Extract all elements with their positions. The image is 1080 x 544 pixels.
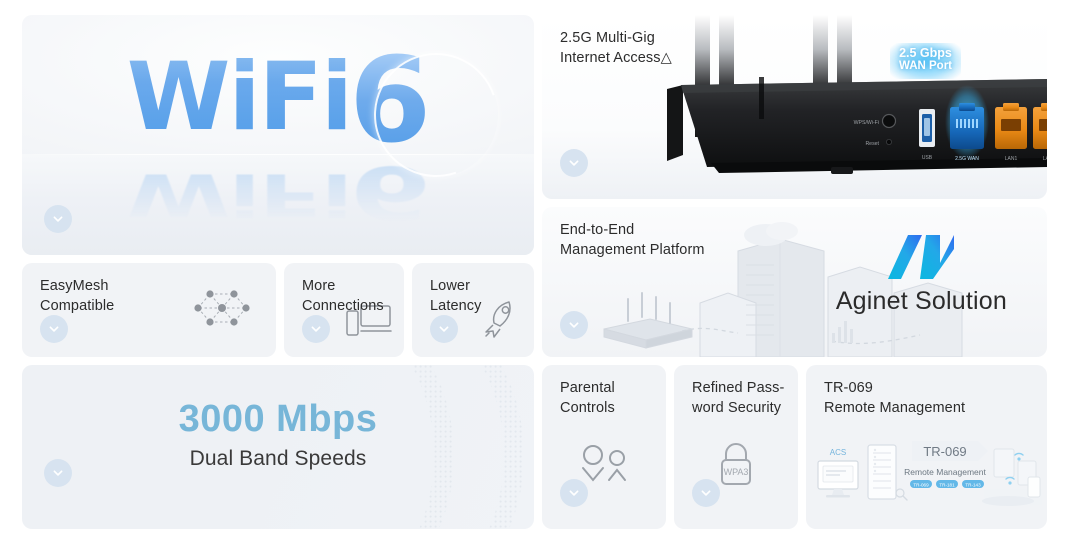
feature-grid: WiFi6 WiFi6 EasyMesh Compatible xyxy=(22,15,1047,529)
mesh-network-icon xyxy=(190,280,254,341)
multi-gig-card[interactable]: WPS/Wi-Fi Reset USB 2.5G WAN LAN1 L 2.5 … xyxy=(542,15,1047,199)
svg-text:2.5G WAN: 2.5G WAN xyxy=(955,156,979,162)
router-rear-photo: WPS/Wi-Fi Reset USB 2.5G WAN LAN1 L xyxy=(667,15,1047,174)
svg-text:LAN2: LAN2 xyxy=(1043,156,1047,162)
parent-child-icon xyxy=(577,443,631,490)
easymesh-title: EasyMesh Compatible xyxy=(40,278,115,314)
aginet-brand: Aginet Solution xyxy=(836,233,1007,316)
aginet-logo xyxy=(888,235,955,279)
password-security-card[interactable]: Refined Pass- word Security WPA3 xyxy=(674,365,798,529)
speed-subline: Dual Band Speeds xyxy=(189,447,367,471)
multi-gig-title: 2.5G Multi-Gig Internet Access△ xyxy=(560,30,672,66)
wifi6-word-text: WiFi xyxy=(126,43,352,152)
svg-text:LAN1: LAN1 xyxy=(1005,156,1018,162)
svg-text:TR-069: TR-069 xyxy=(913,483,929,488)
parental-controls-title: Parental Controls xyxy=(560,380,615,416)
tr069-acs-label: ACS xyxy=(830,448,846,457)
speed-text-block: 3000 Mbps Dual Band Speeds xyxy=(22,398,534,471)
chevron-down-icon[interactable] xyxy=(44,205,72,233)
tr069-caption: Remote Management xyxy=(904,467,986,477)
more-connections-title: More Connections xyxy=(302,278,384,314)
chevron-down-icon[interactable] xyxy=(560,479,588,507)
password-security-title: Refined Pass- word Security xyxy=(692,380,785,416)
aginet-title: End-to-End Management Platform xyxy=(560,222,705,258)
easymesh-card[interactable]: EasyMesh Compatible xyxy=(22,263,276,357)
tr069-card[interactable]: TR-069 Remote Management ACS TR-069 Remo… xyxy=(806,365,1047,529)
speed-card[interactable]: 3000 Mbps Dual Band Speeds xyxy=(22,365,534,529)
chevron-down-icon[interactable] xyxy=(560,311,588,339)
speed-headline: 3000 Mbps xyxy=(178,398,378,440)
feature-highlight-board: WiFi6 WiFi6 EasyMesh Compatible xyxy=(0,0,1080,544)
tr069-title: TR-069 Remote Management xyxy=(824,380,966,416)
svg-text:TR-181: TR-181 xyxy=(939,483,955,488)
svg-text:Reset: Reset xyxy=(865,141,879,147)
chevron-down-icon[interactable] xyxy=(430,315,458,343)
wifi6-card[interactable]: WiFi6 WiFi6 xyxy=(22,15,534,255)
chevron-down-icon[interactable] xyxy=(40,315,68,343)
chevron-down-icon[interactable] xyxy=(302,315,330,343)
aginet-brand-name: Aginet Solution xyxy=(835,287,1007,315)
aginet-card[interactable]: Aginet Solution End-to-End Management Pl… xyxy=(542,207,1047,357)
tr069-illustration: ACS TR-069 Remote Management TR-069 TR-1… xyxy=(817,441,1042,506)
svg-text:USB: USB xyxy=(922,155,933,161)
wpa3-label: WPA3 xyxy=(724,467,749,477)
lower-latency-title: Lower Latency xyxy=(430,278,482,314)
svg-text:TR-143: TR-143 xyxy=(965,483,981,488)
tr069-banner-text: TR-069 xyxy=(923,444,966,459)
more-connections-card[interactable]: More Connections xyxy=(284,263,404,357)
wan-port-badge: 2.5 Gbps WAN Port xyxy=(889,43,961,80)
parental-controls-card[interactable]: Parental Controls xyxy=(542,365,666,529)
wan-badge-label: WAN Port xyxy=(898,60,952,73)
tr069-pills: TR-069 TR-181 TR-143 xyxy=(910,480,984,488)
wan-badge-speed: 2.5 Gbps xyxy=(899,46,952,60)
lower-latency-card[interactable]: Lower Latency xyxy=(412,263,534,357)
chevron-down-icon[interactable] xyxy=(692,479,720,507)
svg-text:WPS/Wi-Fi: WPS/Wi-Fi xyxy=(854,120,879,126)
chevron-down-icon[interactable] xyxy=(44,459,72,487)
chevron-down-icon[interactable] xyxy=(560,149,588,177)
rocket-icon xyxy=(480,298,524,345)
